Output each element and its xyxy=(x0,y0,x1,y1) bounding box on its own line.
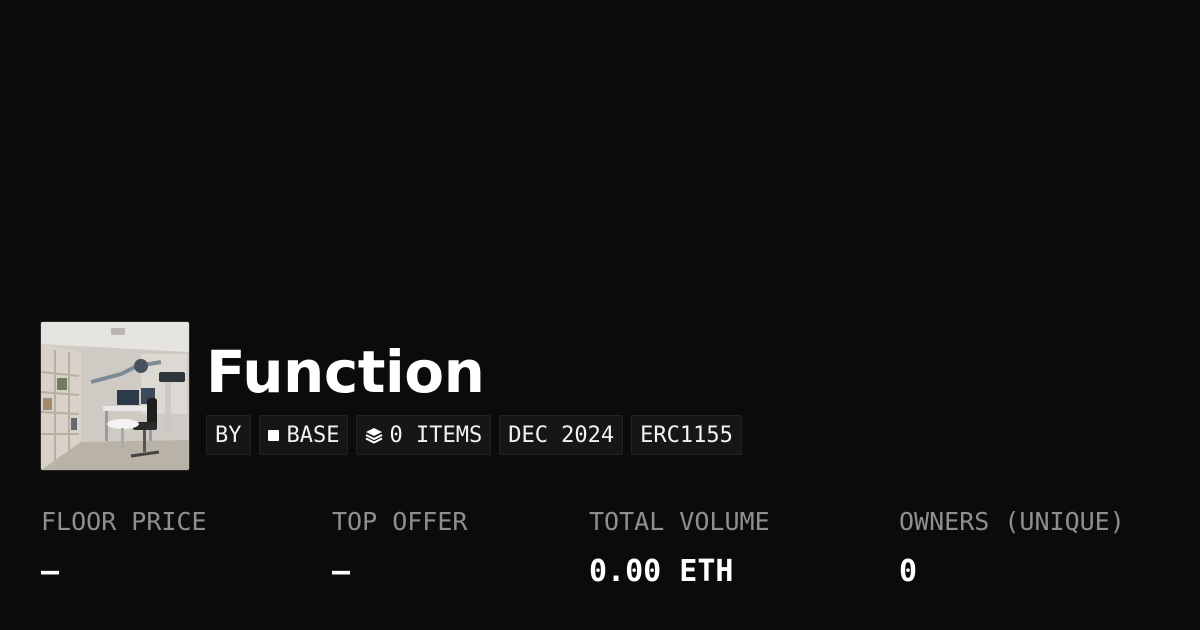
stat-value: – xyxy=(332,554,351,589)
layers-icon xyxy=(365,426,383,444)
chain-square-icon xyxy=(267,429,279,441)
chain-label: BASE xyxy=(286,422,340,448)
created-date: DEC 2024 xyxy=(508,422,615,448)
stat-owners: OWNERS (UNIQUE) 0 xyxy=(899,502,1125,594)
stat-floor-price: FLOOR PRICE – xyxy=(41,502,207,594)
stat-value: – xyxy=(41,554,60,589)
items-count: 0 ITEMS xyxy=(389,422,483,448)
stat-label: OWNERS (UNIQUE) xyxy=(899,507,1125,536)
standard-pill: ERC1155 xyxy=(631,415,742,455)
creator-label: BY xyxy=(215,422,242,448)
thumbnail-image xyxy=(41,322,189,470)
collection-thumbnail[interactable] xyxy=(41,322,189,470)
chain-pill[interactable]: BASE xyxy=(258,415,349,455)
date-pill: DEC 2024 xyxy=(499,415,624,455)
collection-meta-row: BY BASE 0 ITEMS DEC 2024 ERC1155 xyxy=(206,415,742,455)
items-pill: 0 ITEMS xyxy=(356,415,492,455)
stat-total-volume: TOTAL VOLUME 0.00 ETH xyxy=(589,502,770,594)
collection-title: Function xyxy=(206,338,485,406)
stat-top-offer: TOP OFFER – xyxy=(332,502,467,594)
token-standard: ERC1155 xyxy=(640,422,733,448)
stat-label: FLOOR PRICE xyxy=(41,507,207,536)
stat-value: 0.00 ETH xyxy=(589,554,734,589)
stat-label: TOP OFFER xyxy=(332,507,468,536)
creator-pill[interactable]: BY xyxy=(206,415,251,455)
stat-label: TOTAL VOLUME xyxy=(589,507,770,536)
stat-value: 0 xyxy=(899,554,918,589)
